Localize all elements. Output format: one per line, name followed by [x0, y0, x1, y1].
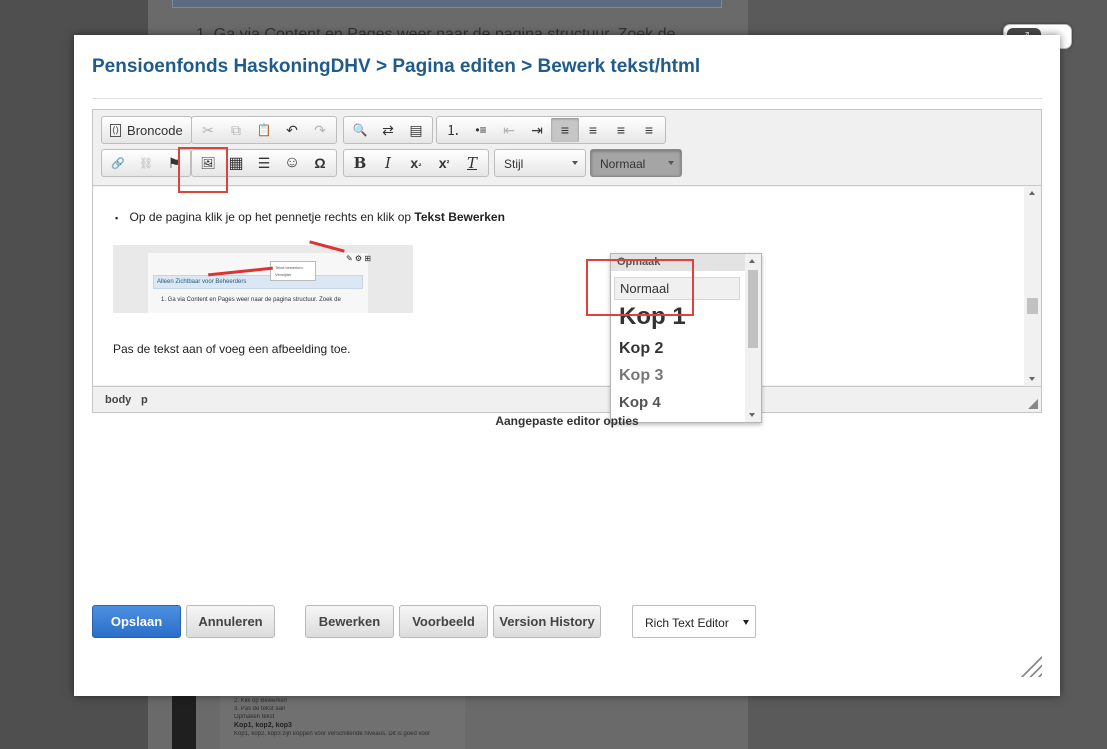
screenshot-menu: Tekst bewerken Verwijder	[270, 261, 316, 281]
indent-icon[interactable]: ⇥	[523, 118, 551, 142]
paste-icon[interactable]: 📋	[250, 118, 278, 142]
editor-resize-handle[interactable]	[1028, 399, 1038, 409]
toolbar-group-source: ⟨⟩ Broncode	[101, 116, 192, 144]
toolbar-group-search: 🔍 ⇄ ▤	[343, 116, 433, 144]
replace-icon[interactable]: ⇄	[374, 118, 402, 142]
superscript-mark: ²	[446, 158, 450, 168]
align-right-icon[interactable]: ≡	[579, 118, 607, 142]
background-topbar	[172, 0, 722, 8]
edit-button[interactable]: Bewerken	[305, 605, 394, 638]
edit-modal: Pensioenfonds HaskoningDHV > Pagina edit…	[74, 35, 1060, 696]
superscript-label: x	[438, 155, 447, 171]
arrow-icon	[309, 240, 345, 253]
redo-icon[interactable]: ↷	[306, 118, 334, 142]
subscript-label: x	[410, 155, 419, 171]
chevron-down-icon	[743, 620, 749, 625]
align-center-icon[interactable]: ≡	[607, 118, 635, 142]
italic-button[interactable]: I	[374, 151, 402, 175]
format-select[interactable]: Normaal	[590, 149, 682, 177]
superscript-button[interactable]: x²	[430, 151, 458, 175]
toolbar-group-paragraph: ⒈ •≡ ⇤ ⇥ ≡ ≡ ≡ ≡	[436, 116, 666, 144]
editor-type-value: Rich Text Editor	[645, 616, 729, 630]
cut-icon[interactable]: ✂	[194, 118, 222, 142]
screenshot-menu-item: Tekst bewerken	[275, 265, 303, 270]
emoticon-icon[interactable]: ☺	[278, 151, 306, 175]
save-button[interactable]: Opslaan	[92, 605, 181, 638]
dropdown-item-kop4[interactable]: Kop 4	[614, 394, 740, 411]
editor-options-label: Aangepaste editor opties	[495, 414, 639, 428]
bullet-bold-text: Tekst Bewerken	[414, 210, 505, 224]
highlight-kop-items	[586, 259, 694, 316]
scroll-thumb[interactable]	[748, 270, 758, 348]
screenshot-bar: Alleen Zichtbaar voor Beheerders	[153, 275, 363, 289]
source-code-button[interactable]: ⟨⟩ Broncode	[104, 118, 189, 142]
style-select-value: Stijl	[504, 157, 524, 171]
modal-resize-handle[interactable]	[1020, 655, 1042, 677]
subscript-mark: ₂	[418, 158, 422, 168]
link-icon[interactable]: 🔗	[104, 151, 132, 175]
scroll-down-icon[interactable]	[1029, 377, 1035, 381]
scroll-thumb[interactable]	[1027, 298, 1038, 314]
chevron-down-icon	[668, 161, 674, 165]
highlight-image-button	[178, 147, 228, 193]
path-p[interactable]: p	[141, 394, 148, 406]
embedded-screenshot[interactable]: Alleen Zichtbaar voor Beheerders 1. Ga v…	[113, 240, 413, 313]
title-divider	[92, 98, 1042, 99]
special-char-icon[interactable]: Ω	[306, 151, 334, 175]
editor-toolbar: ⟨⟩ Broncode ✂ ⧉ 📋 ↶ ↷ 🔍 ⇄ ▤ ⒈ •≡ ⇤ ⇥ ≡ ≡…	[93, 110, 1041, 186]
outdent-icon[interactable]: ⇤	[495, 118, 523, 142]
align-justify-icon[interactable]: ≡	[635, 118, 663, 142]
screenshot-menu-item: Verwijder	[275, 272, 292, 277]
paragraph: Pas de tekst aan of voeg een afbeelding …	[113, 342, 351, 356]
background-dark-bar	[172, 696, 196, 749]
version-history-button[interactable]: Version History	[493, 605, 601, 638]
unlink-icon[interactable]: ⛓	[132, 151, 160, 175]
screenshot-text: 1. Ga via Content en Pages weer naar de …	[161, 297, 341, 303]
chevron-down-icon	[572, 161, 578, 165]
editor-statusbar: body p	[93, 386, 1041, 412]
bullet-text: Op de pagina klik je op het pennetje rec…	[129, 210, 415, 224]
background-line: 2. Klik op Bewerken	[234, 698, 288, 704]
list-item: Op de pagina klik je op het pennetje rec…	[115, 210, 505, 224]
background-document: 2. Klik op Bewerken 3. Pas de tekst aan …	[220, 696, 465, 749]
scroll-up-icon[interactable]	[749, 259, 755, 263]
source-code-label: Broncode	[127, 122, 183, 138]
preview-button[interactable]: Voorbeeld	[399, 605, 488, 638]
background-line: Kop1, kop2, kop3	[234, 722, 292, 729]
style-select[interactable]: Stijl	[494, 149, 586, 177]
select-all-icon[interactable]: ▤	[402, 118, 430, 142]
background-line: 3. Pas de tekst aan	[234, 706, 286, 712]
editor-content[interactable]: Op de pagina klik je op het pennetje rec…	[93, 187, 1041, 385]
cancel-button[interactable]: Annuleren	[186, 605, 275, 638]
dropdown-item-kop2[interactable]: Kop 2	[614, 340, 740, 358]
pencil-icon: ✎ ⚙ ⊞	[346, 254, 372, 263]
editor-scrollbar[interactable]	[1024, 187, 1041, 385]
numbered-list-icon[interactable]: ⒈	[439, 118, 467, 142]
modal-title: Pensioenfonds HaskoningDHV > Pagina edit…	[92, 56, 701, 77]
bold-button[interactable]: B	[346, 151, 374, 175]
align-left-icon[interactable]: ≡	[551, 118, 579, 142]
toolbar-group-clipboard: ✂ ⧉ 📋 ↶ ↷	[191, 116, 337, 144]
dropdown-item-kop3[interactable]: Kop 3	[614, 367, 740, 385]
subscript-button[interactable]: x₂	[402, 151, 430, 175]
format-select-value: Normaal	[600, 157, 646, 171]
toolbar-group-format: B I x₂ x² T	[343, 149, 489, 177]
rich-text-editor: ⟨⟩ Broncode ✂ ⧉ 📋 ↶ ↷ 🔍 ⇄ ▤ ⒈ •≡ ⇤ ⇥ ≡ ≡…	[92, 109, 1042, 423]
undo-icon[interactable]: ↶	[278, 118, 306, 142]
background-line: Kop1, kop2, kop3 zijn koppen voor versch…	[234, 731, 431, 737]
clear-format-icon[interactable]: T	[458, 151, 486, 175]
copy-icon[interactable]: ⧉	[222, 118, 250, 142]
dropdown-scrollbar[interactable]	[745, 254, 761, 422]
bullet-list-icon[interactable]: •≡	[467, 118, 495, 142]
find-icon[interactable]: 🔍	[346, 118, 374, 142]
path-body[interactable]: body	[105, 394, 131, 406]
background-line: Opmaken tekst	[234, 714, 275, 720]
editor-type-select[interactable]: Rich Text Editor	[632, 605, 756, 638]
source-code-icon: ⟨⟩	[110, 123, 122, 137]
horizontal-rule-icon[interactable]: ☰	[250, 151, 278, 175]
scroll-up-icon[interactable]	[1029, 191, 1035, 195]
